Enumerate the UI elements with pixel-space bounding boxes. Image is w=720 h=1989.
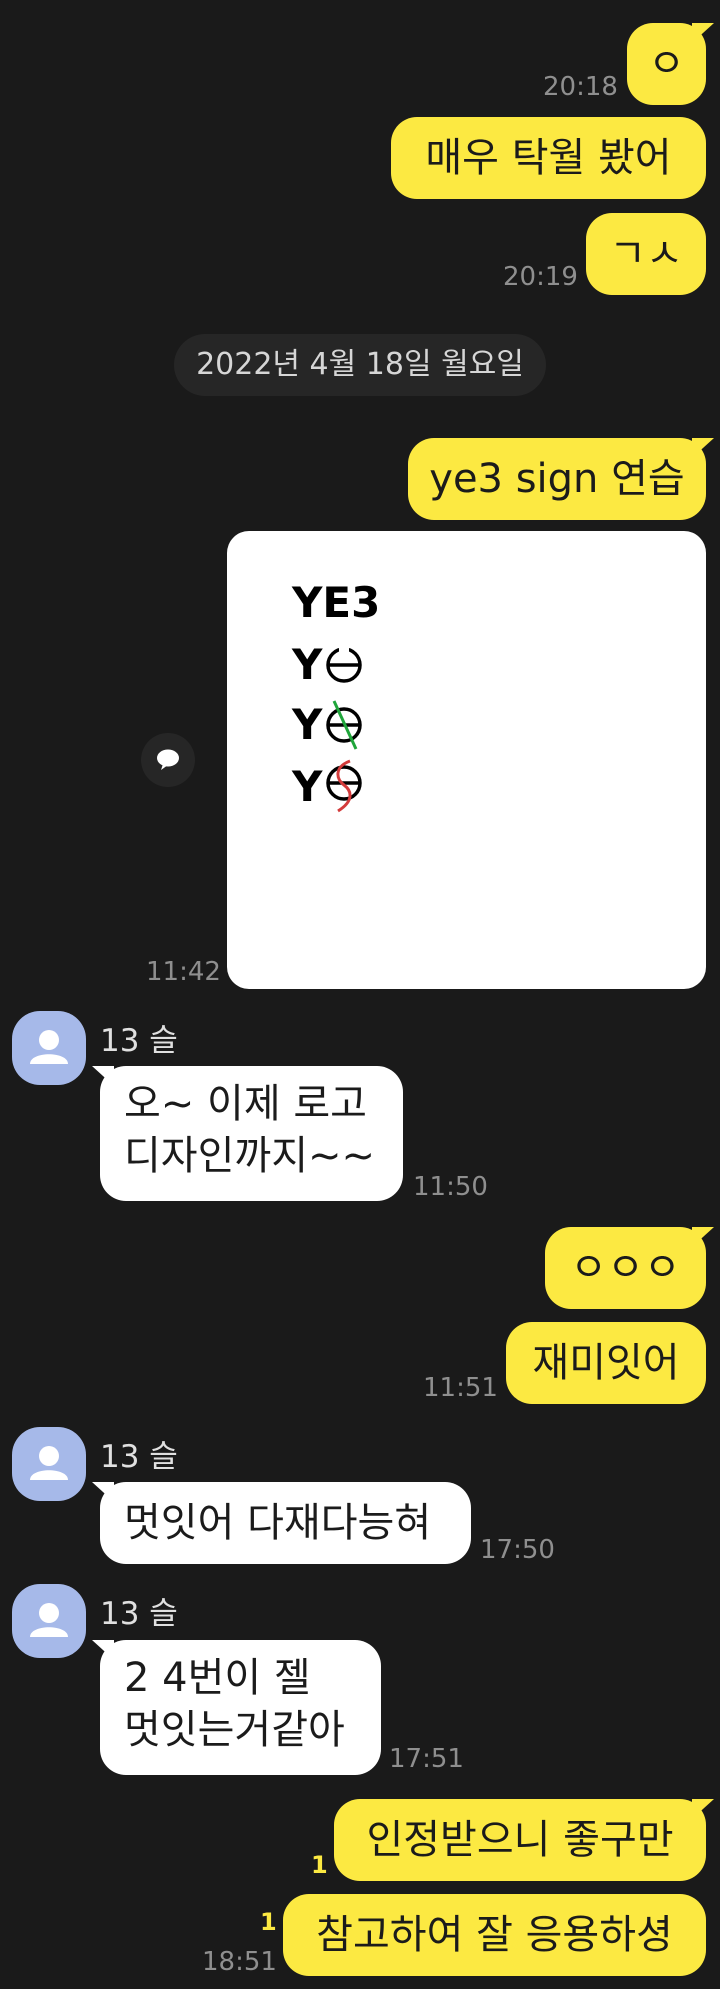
my-message-bubble[interactable]: 매우 탁월 봤어 xyxy=(391,117,706,199)
their-message-bubble[interactable]: 멋잇어 다재다능혀 xyxy=(100,1482,471,1564)
message-text: ㅇㅇㅇ xyxy=(570,1245,681,1291)
their-message-bubble[interactable]: 오~ 이제 로고 디자인까지~~ xyxy=(100,1066,403,1201)
sign-text: Y xyxy=(292,762,323,811)
message-time: 20:19 xyxy=(503,262,578,292)
message-text: 참고하여 잘 응용하셩 xyxy=(316,1912,673,1958)
message-text: ye3 sign 연습 xyxy=(429,456,685,502)
my-message-bubble[interactable]: 재미잇어 xyxy=(506,1322,706,1404)
message-text-line: 오~ 이제 로고 xyxy=(124,1081,367,1127)
sender-name: 13 슬 xyxy=(100,1439,178,1475)
my-message-bubble[interactable]: ye3 sign 연습 xyxy=(408,438,706,520)
sign-symbol-icon xyxy=(326,645,363,683)
my-message-bubble[interactable]: ㅇ xyxy=(627,23,706,105)
default-profile-icon xyxy=(30,1603,68,1637)
message-time: 20:18 xyxy=(543,72,618,102)
sign-line-2: Y xyxy=(292,637,364,693)
message-text-line: 2 4번이 젤 xyxy=(124,1655,311,1701)
message-time: 11:42 xyxy=(146,957,221,987)
my-message-bubble[interactable]: 참고하여 잘 응용하셩 xyxy=(283,1894,706,1976)
sign-line-3: Y xyxy=(292,697,370,753)
default-profile-icon xyxy=(30,1446,68,1480)
my-message-bubble[interactable]: ㄱㅅ xyxy=(586,213,706,295)
sign-symbol-icon xyxy=(326,700,363,750)
message-text: ㅇ xyxy=(648,41,685,87)
avatar[interactable] xyxy=(12,1584,86,1658)
unread-count: 1 xyxy=(311,1851,328,1879)
message-text: 멋잇어 다재다능혀 xyxy=(124,1500,432,1546)
message-text-line: 디자인까지~~ xyxy=(124,1133,376,1179)
message-text: ㄱㅅ xyxy=(609,231,683,277)
message-text: 매우 탁월 봤어 xyxy=(425,135,672,181)
speech-bubble-icon xyxy=(157,749,179,770)
message-time: 11:50 xyxy=(413,1172,488,1202)
message-time: 17:50 xyxy=(480,1535,555,1565)
sign-line-4: Y xyxy=(292,759,370,815)
my-message-bubble[interactable]: ㅇㅇㅇ xyxy=(545,1227,706,1309)
sender-name: 13 슬 xyxy=(100,1023,178,1059)
message-text-line: 멋잇는거같아 xyxy=(124,1707,345,1753)
default-profile-icon xyxy=(30,1030,68,1064)
date-divider: 2022년 4월 18일 월요일 xyxy=(174,334,546,396)
message-text: 인정받으니 좋구만 xyxy=(366,1817,674,1863)
my-message-bubble[interactable]: 인정받으니 좋구만 xyxy=(334,1799,706,1881)
sender-name: 13 슬 xyxy=(100,1596,178,1632)
message-time: 18:51 xyxy=(202,1947,277,1977)
sign-text: Y xyxy=(292,640,323,689)
sign-text: YE3 xyxy=(292,578,381,627)
sign-line-1: YE3 xyxy=(292,575,380,631)
avatar[interactable] xyxy=(12,1011,86,1085)
their-message-bubble[interactable]: 2 4번이 젤 멋잇는거같아 xyxy=(100,1640,381,1775)
message-time: 11:51 xyxy=(423,1373,498,1403)
unread-count: 1 xyxy=(260,1908,277,1936)
message-time: 17:51 xyxy=(389,1744,464,1774)
avatar[interactable] xyxy=(12,1427,86,1501)
sign-symbol-icon xyxy=(326,759,363,813)
sent-image[interactable]: YE3 Y Y Y xyxy=(227,531,706,989)
share-button[interactable] xyxy=(141,733,195,787)
sign-text: Y xyxy=(292,700,323,749)
message-text: 재미잇어 xyxy=(532,1340,680,1386)
